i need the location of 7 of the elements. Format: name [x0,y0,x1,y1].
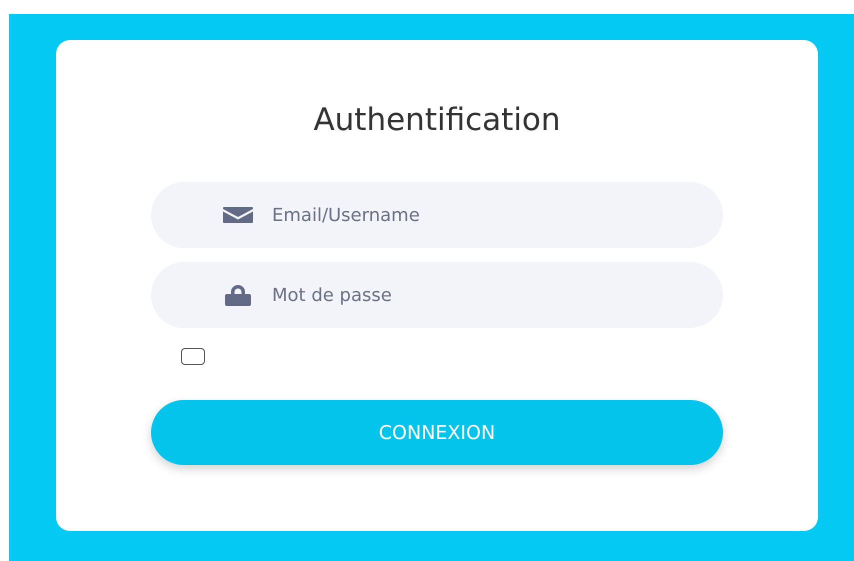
password-field[interactable]: Mot de passe [151,262,723,328]
lock-icon [225,284,251,306]
form-title: Authentification [312,101,562,140]
envelope-icon [223,207,253,223]
checkbox[interactable] [181,348,205,365]
email-field[interactable]: Email/Username [151,182,723,248]
login-button[interactable]: CONNEXION [151,400,723,465]
